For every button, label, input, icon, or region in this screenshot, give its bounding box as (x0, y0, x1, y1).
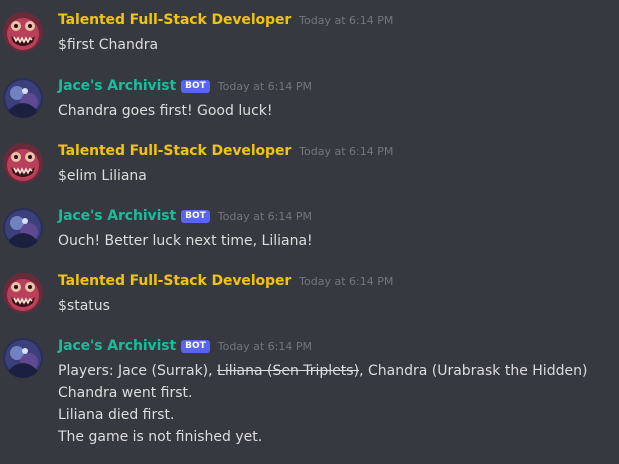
monster-avatar[interactable] (3, 143, 43, 183)
game-status-line: The game is not finished yet. (58, 429, 263, 445)
author-name[interactable]: Talented Full-Stack Developer (58, 143, 291, 159)
player-entry: Jace (Surrak) (118, 363, 209, 379)
message-header: Talented Full-Stack Developer Today at 6… (58, 273, 393, 289)
message-content: $first Chandra (58, 34, 158, 56)
message-content: $status (58, 295, 110, 317)
message-line: $elim Liliana (58, 168, 147, 184)
timestamp[interactable]: Today at 6:14 PM (218, 80, 312, 93)
players-prefix: Players: (58, 363, 119, 379)
players-line: Players: Jace (Surrak), Liliana (Sen Tri… (58, 360, 587, 382)
message-header: Jace's Archivist BOT Today at 6:14 PM (58, 78, 312, 95)
author-name[interactable]: Talented Full-Stack Developer (58, 273, 291, 289)
author-name[interactable]: Jace's Archivist (58, 78, 176, 94)
message-content: Ouch! Better luck next time, Liliana! (58, 230, 313, 252)
message-line: Chandra goes first! Good luck! (58, 103, 273, 119)
monster-avatar[interactable] (3, 273, 43, 313)
message-content: Chandra goes first! Good luck! (58, 100, 273, 122)
author-name[interactable]: Jace's Archivist (58, 338, 176, 354)
message-line: $first Chandra (58, 37, 159, 53)
separator: , (359, 363, 368, 379)
message-header: Talented Full-Stack Developer Today at 6… (58, 12, 393, 28)
bot-tag: BOT (181, 80, 210, 93)
timestamp[interactable]: Today at 6:14 PM (218, 340, 312, 353)
archivist-avatar[interactable] (3, 78, 43, 118)
message-line: Ouch! Better luck next time, Liliana! (58, 233, 313, 249)
eliminated-player-entry: Liliana (Sen Triplets) (217, 363, 360, 379)
player-entry: Chandra (Urabrask the Hidden) (367, 363, 588, 379)
message-header: Talented Full-Stack Developer Today at 6… (58, 143, 393, 159)
author-name[interactable]: Talented Full-Stack Developer (58, 12, 291, 28)
timestamp[interactable]: Today at 6:14 PM (299, 145, 393, 158)
first-death-line: Liliana died first. (58, 407, 175, 423)
message-line: $status (58, 298, 110, 314)
author-name[interactable]: Jace's Archivist (58, 208, 176, 224)
message-content: Players: Jace (Surrak), Liliana (Sen Tri… (58, 360, 587, 448)
bot-tag: BOT (181, 340, 210, 353)
message-content: $elim Liliana (58, 165, 147, 187)
message-header: Jace's Archivist BOT Today at 6:14 PM (58, 338, 312, 355)
chat-message-list: Talented Full-Stack Developer Today at 6… (0, 0, 619, 464)
first-player-line: Chandra went first. (58, 385, 193, 401)
archivist-avatar[interactable] (3, 338, 43, 378)
bot-tag: BOT (181, 210, 210, 223)
timestamp[interactable]: Today at 6:14 PM (218, 210, 312, 223)
timestamp[interactable]: Today at 6:14 PM (299, 14, 393, 27)
archivist-avatar[interactable] (3, 208, 43, 248)
separator: , (208, 363, 218, 379)
timestamp[interactable]: Today at 6:14 PM (299, 275, 393, 288)
message-header: Jace's Archivist BOT Today at 6:14 PM (58, 208, 312, 225)
monster-avatar[interactable] (3, 12, 43, 52)
